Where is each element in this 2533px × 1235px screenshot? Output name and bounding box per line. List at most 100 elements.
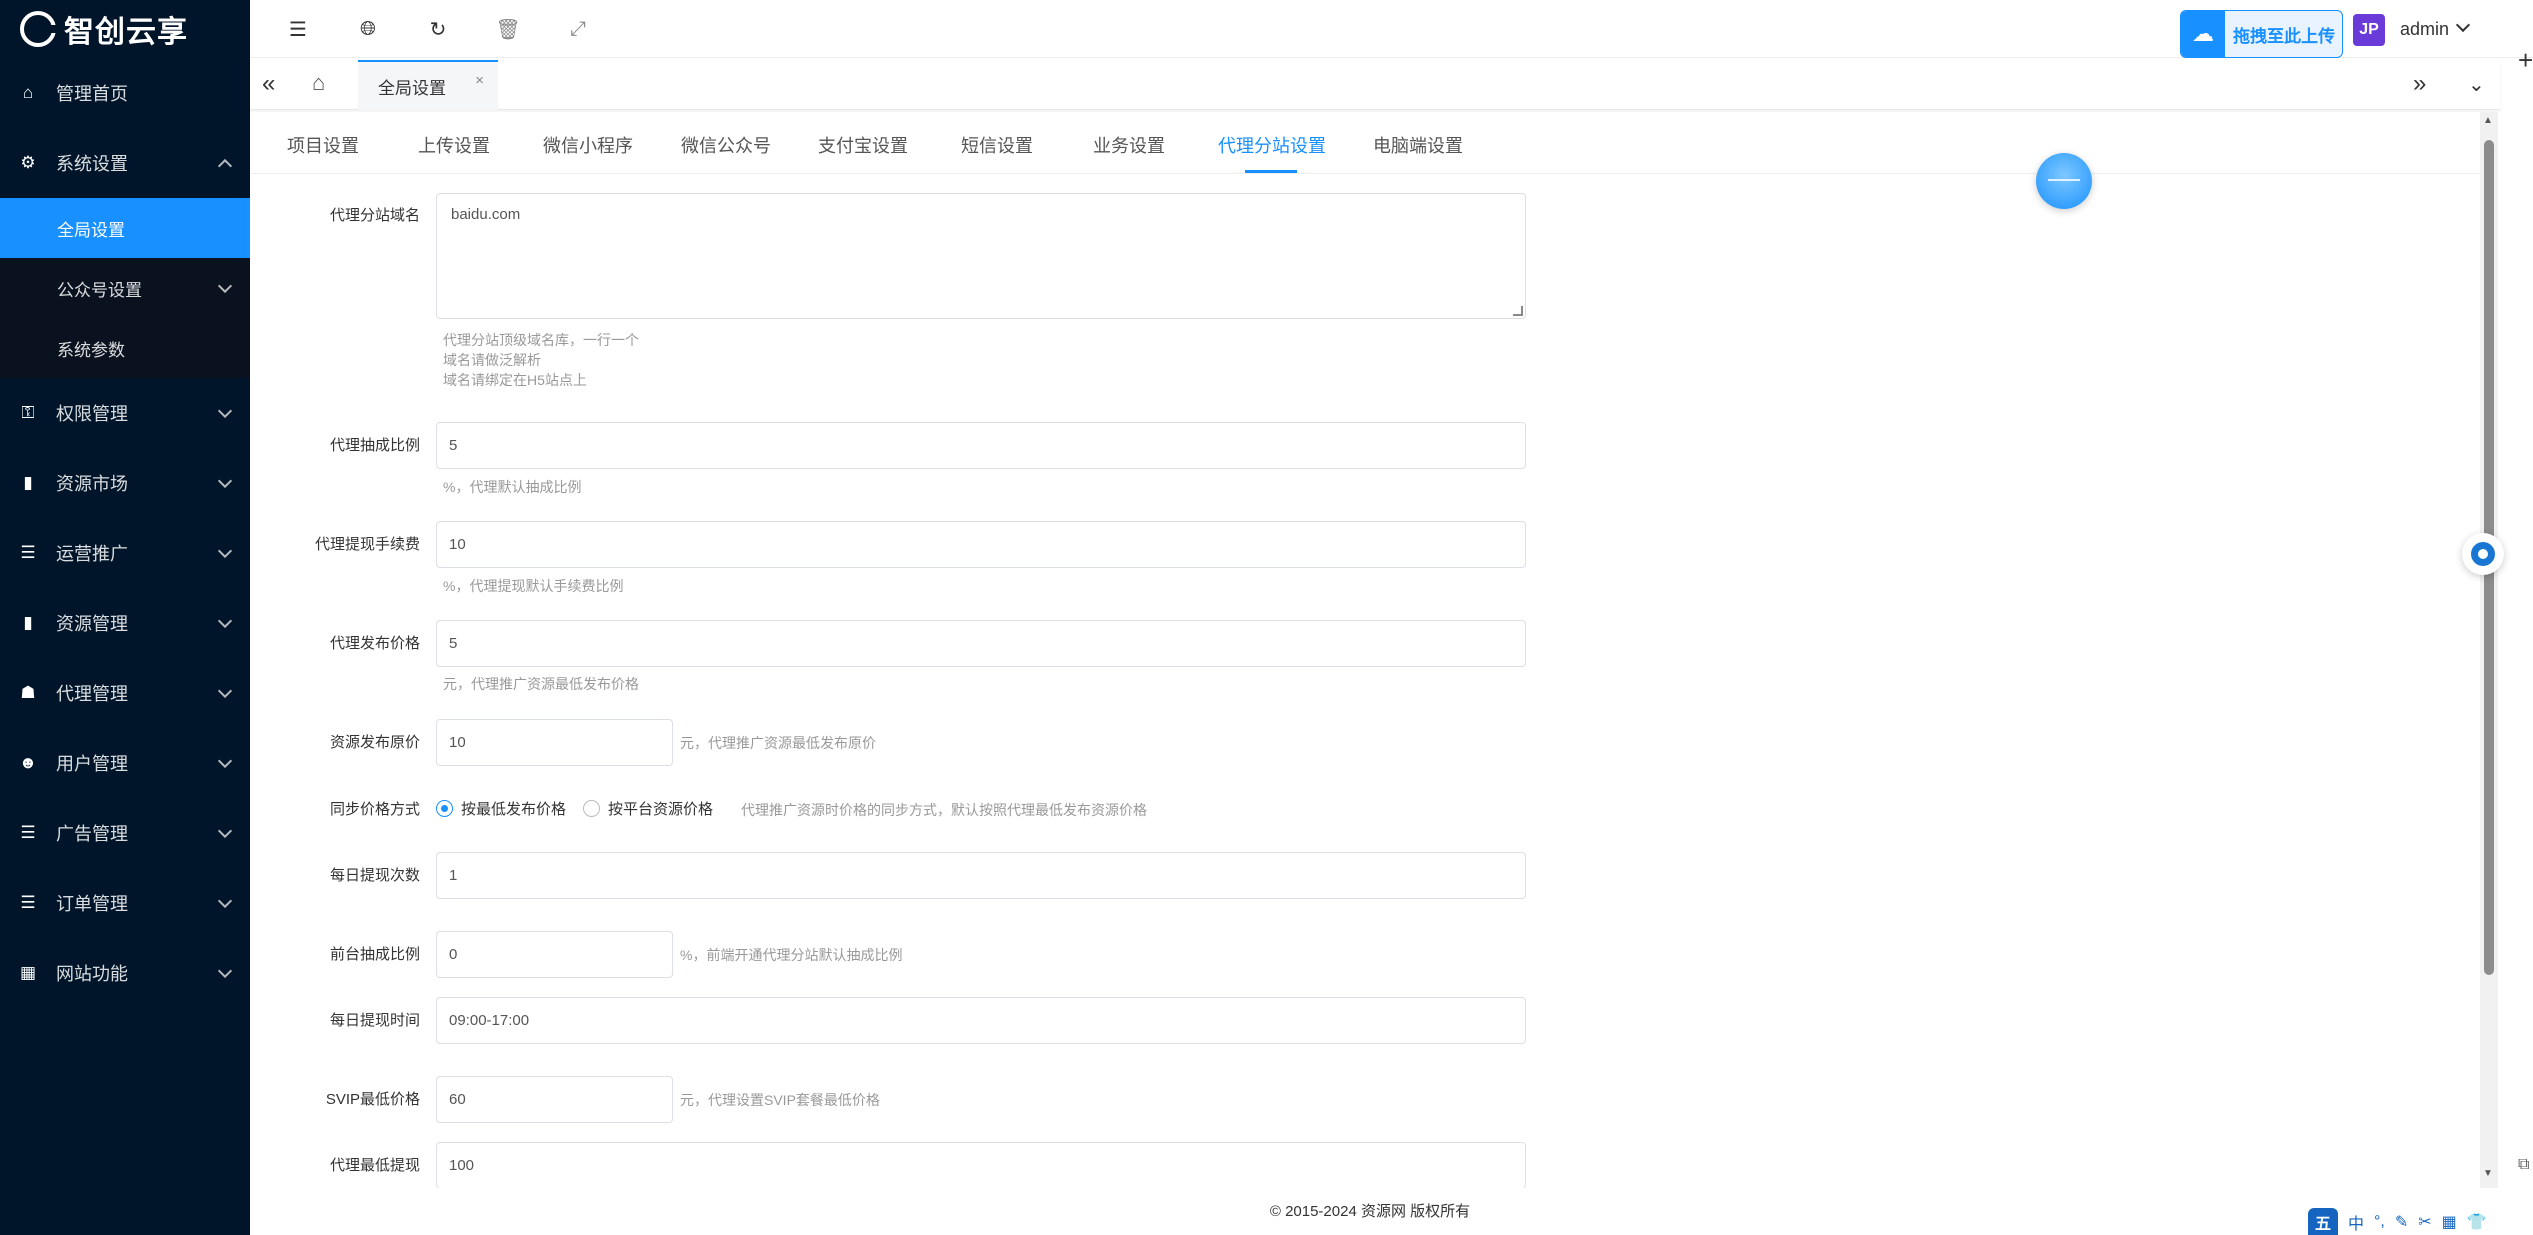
- user-name[interactable]: admin: [2400, 19, 2449, 40]
- fullscreen-icon[interactable]: ⤢: [566, 17, 590, 41]
- refresh-icon[interactable]: ↻: [426, 17, 450, 41]
- sidebar-item-label: 代理管理: [56, 684, 128, 704]
- input-value: 0: [449, 946, 458, 963]
- scroll-up-arrow-icon[interactable]: ▲: [2483, 115, 2493, 126]
- field-label: 代理最低提现: [329, 1157, 420, 1174]
- input-value: 100: [449, 1157, 475, 1174]
- user-icon: ☻: [19, 753, 37, 772]
- sidebar-item-label: 管理首页: [56, 84, 128, 104]
- ime-chinese-mode-icon[interactable]: 中: [2348, 1210, 2364, 1234]
- subtab-upload[interactable]: 上传设置: [418, 132, 490, 158]
- textarea-value: baidu.com: [451, 206, 521, 223]
- svip-min-price-input[interactable]: 60: [436, 1076, 673, 1123]
- ime-punctuation-icon[interactable]: °,: [2374, 1213, 2385, 1231]
- subtab-sms[interactable]: 短信设置: [961, 132, 1033, 158]
- input-value: 09:00-17:00: [449, 1012, 530, 1029]
- chevron-down-icon[interactable]: ⌄: [2468, 72, 2485, 97]
- floating-assistant-icon[interactable]: [2036, 153, 2092, 209]
- double-chevron-left-icon[interactable]: «: [262, 70, 275, 98]
- ime-logo[interactable]: 五: [2308, 1208, 2338, 1235]
- chevron-down-icon[interactable]: [2455, 17, 2471, 33]
- input-value: 5: [449, 437, 458, 454]
- chevron-down-icon: [217, 893, 233, 909]
- sidebar-subitem-official-account[interactable]: 公众号设置: [0, 258, 250, 318]
- sidebar-item-user-management[interactable]: ☻ 用户管理: [0, 728, 250, 798]
- subtab-desktop[interactable]: 电脑端设置: [1373, 132, 1463, 158]
- resource-price-input[interactable]: 10: [436, 719, 673, 766]
- sidebar-item-marketing[interactable]: ☰ 运营推广: [0, 518, 250, 588]
- close-icon[interactable]: ×: [475, 72, 484, 89]
- home-tab-icon[interactable]: ⌂: [312, 70, 325, 96]
- user-lock-icon: ⚿: [21, 403, 35, 422]
- chevron-down-icon: [217, 543, 233, 559]
- daily-withdraw-count-input[interactable]: 1: [436, 852, 1526, 899]
- sidebar-item-system-settings[interactable]: ⚙ 系统设置: [0, 128, 250, 198]
- resize-handle-icon[interactable]: [1513, 306, 1523, 316]
- sidebar-item-order-management[interactable]: ☰ 订单管理: [0, 868, 250, 938]
- book-icon: ▮: [23, 473, 33, 492]
- field-label: 资源发布原价: [329, 734, 420, 751]
- sidebar-subitem-global-settings[interactable]: 全局设置: [0, 198, 250, 258]
- min-withdraw-input[interactable]: 100: [436, 1142, 1526, 1188]
- drag-upload-button[interactable]: ☁ 拖拽至此上传: [2180, 10, 2343, 58]
- sidebar-item-agent-management[interactable]: ☗ 代理管理: [0, 658, 250, 728]
- subtab-wechat-official[interactable]: 微信公众号: [681, 132, 771, 158]
- sidebar-item-label: 网站功能: [56, 964, 128, 984]
- withdraw-fee-input[interactable]: 10: [436, 521, 1526, 568]
- chevron-down-icon: [217, 613, 233, 629]
- ime-skin-icon[interactable]: 👕: [2467, 1212, 2487, 1232]
- hint-line: 域名请做泛解析: [443, 352, 541, 368]
- field-label: 代理提现手续费: [314, 536, 420, 553]
- radio-dot: [436, 800, 453, 817]
- chevron-down-icon: [217, 403, 233, 419]
- sidebar-item-permissions[interactable]: ⚿ 权限管理: [0, 378, 250, 448]
- radio-min-publish-price[interactable]: 按最低发布价格: [436, 798, 566, 819]
- sidebar-subitem-label: 全局设置: [57, 220, 125, 240]
- chat-widget-button[interactable]: [2462, 533, 2504, 575]
- field-label: 同步价格方式: [329, 801, 420, 818]
- list-icon: ☰: [20, 893, 36, 912]
- sidebar-item-label: 资源管理: [56, 614, 128, 634]
- plus-icon[interactable]: +: [2518, 45, 2533, 76]
- ime-keyboard-icon[interactable]: ▦: [2442, 1212, 2457, 1232]
- sidebar-item-label: 广告管理: [56, 824, 128, 844]
- sidebar-subitem-system-params[interactable]: 系统参数: [0, 318, 250, 378]
- brand-logo[interactable]: 智创云享: [0, 0, 250, 58]
- radio-platform-price[interactable]: 按平台资源价格: [583, 798, 713, 819]
- clear-cache-icon[interactable]: 🗑︎: [495, 17, 520, 41]
- avatar[interactable]: JP: [2353, 14, 2385, 46]
- double-chevron-right-icon[interactable]: »: [2413, 70, 2426, 98]
- sidebar-item-dashboard[interactable]: ⌂ 管理首页: [0, 58, 250, 128]
- input-value: 10: [449, 536, 466, 553]
- sidebar-item-site-functions[interactable]: ▦ 网站功能: [0, 938, 250, 1008]
- subtab-agent-site[interactable]: 代理分站设置: [1218, 132, 1326, 158]
- field-label: 代理分站域名: [329, 207, 420, 224]
- subtab-wechat-miniprogram[interactable]: 微信小程序: [543, 132, 633, 158]
- scroll-down-arrow-icon[interactable]: ▼: [2483, 1168, 2493, 1179]
- tab-global-settings[interactable]: 全局设置 ×: [358, 60, 498, 110]
- active-subtab-indicator: [1245, 170, 1297, 173]
- sidebar-item-resource-market[interactable]: ▮ 资源市场: [0, 448, 250, 518]
- field-label: SVIP最低价格: [325, 1091, 420, 1108]
- commission-rate-input[interactable]: 5: [436, 422, 1526, 469]
- withdraw-time-input[interactable]: 09:00-17:00: [436, 997, 1526, 1044]
- globe-icon[interactable]: 🌐︎: [356, 17, 380, 41]
- ime-tools-icon[interactable]: ✂: [2418, 1212, 2431, 1232]
- menu-fold-icon[interactable]: ☰: [286, 17, 310, 41]
- list-icon: ☰: [20, 543, 36, 562]
- ime-handwrite-icon[interactable]: ✎: [2395, 1212, 2408, 1232]
- field-hint: 代理分站顶级域名库，一行一个 域名请做泛解析 域名请绑定在H5站点上: [443, 330, 639, 390]
- front-commission-input[interactable]: 0: [436, 931, 673, 978]
- logo-mark-icon: [20, 11, 56, 47]
- list-icon: ☰: [20, 823, 36, 842]
- sidebar-item-label: 资源市场: [56, 474, 128, 494]
- subtab-project[interactable]: 项目设置: [287, 132, 359, 158]
- book-icon: ▮: [23, 613, 33, 632]
- subtab-business[interactable]: 业务设置: [1093, 132, 1165, 158]
- translate-icon[interactable]: ⧉: [2518, 1156, 2529, 1174]
- sidebar-item-ad-management[interactable]: ☰ 广告管理: [0, 798, 250, 868]
- subtab-alipay[interactable]: 支付宝设置: [818, 132, 908, 158]
- sidebar-item-resource-management[interactable]: ▮ 资源管理: [0, 588, 250, 658]
- agent-domain-textarea[interactable]: baidu.com: [436, 193, 1526, 319]
- publish-price-input[interactable]: 5: [436, 620, 1526, 667]
